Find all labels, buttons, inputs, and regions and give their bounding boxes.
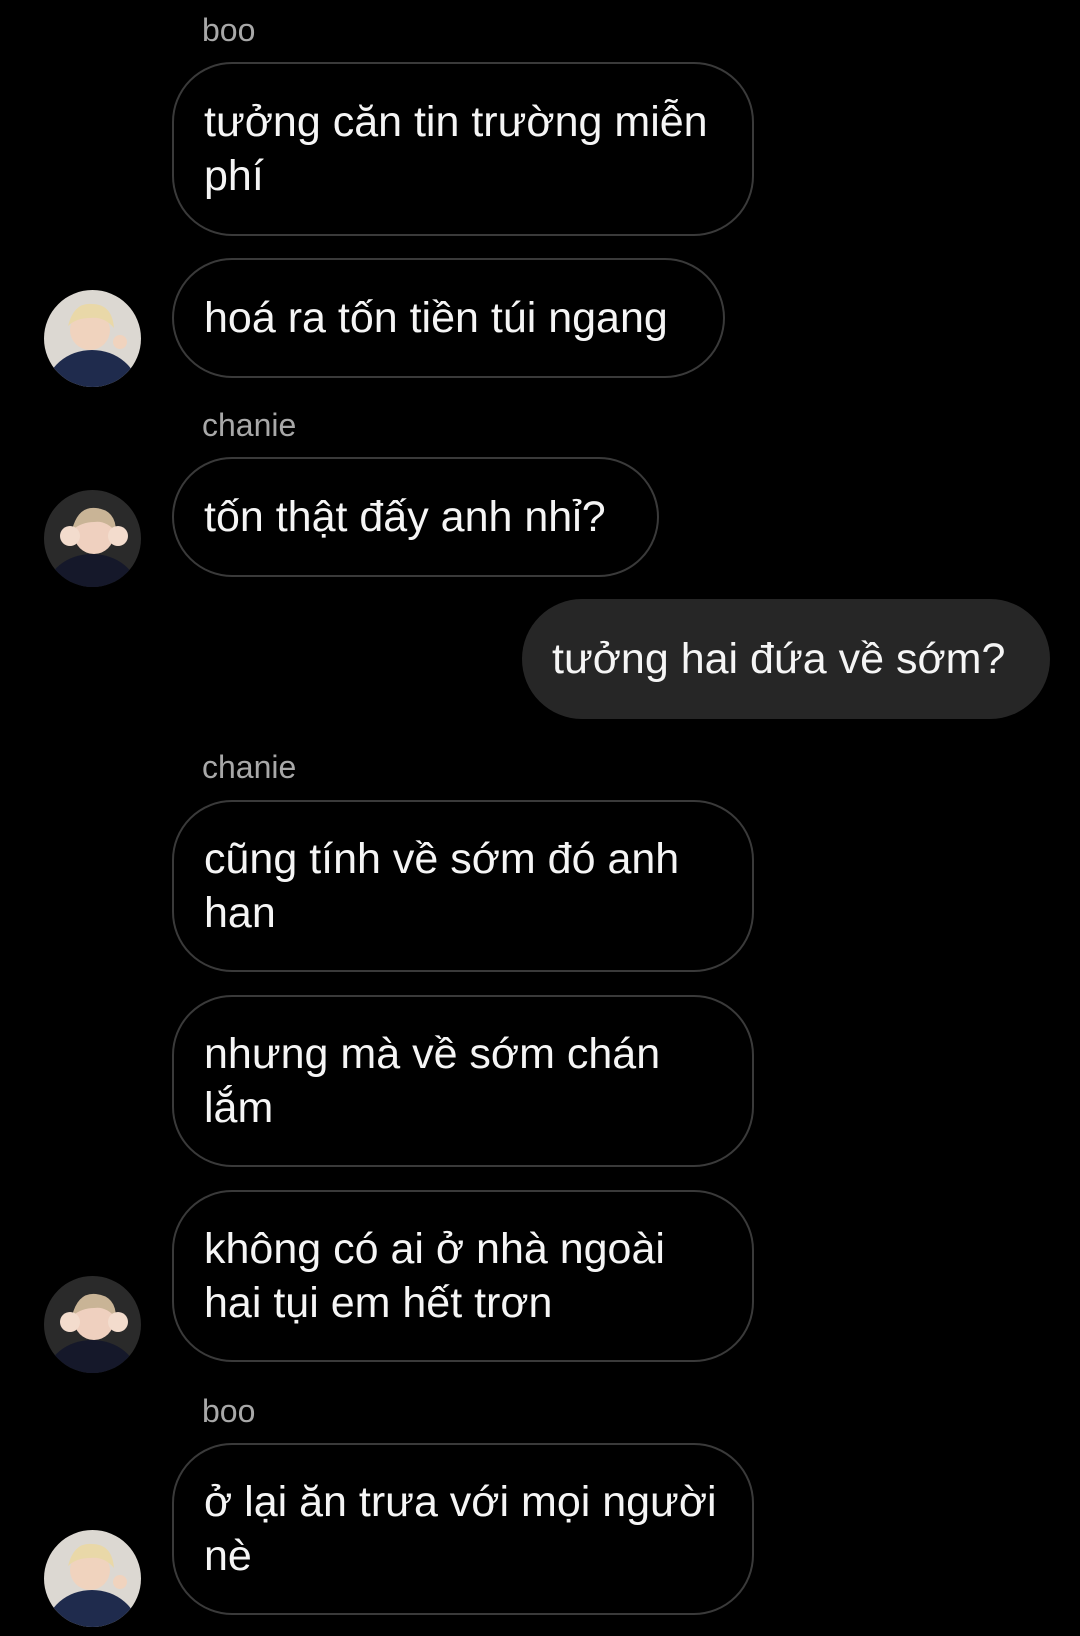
boo-avatar[interactable]: [44, 1530, 141, 1627]
message-bubble-outgoing[interactable]: tưởng hai đứa về sớm?: [522, 599, 1050, 719]
message-bubble[interactable]: không có ai ở nhà ngoài hai tụi em hết t…: [172, 1190, 754, 1362]
chanie-avatar[interactable]: [44, 490, 141, 587]
message-bubble[interactable]: ở lại ăn trưa với mọi người nè: [172, 1443, 754, 1615]
message-bubble[interactable]: hoá ra tốn tiền túi ngang: [172, 258, 725, 378]
sender-label-chanie: chanie: [202, 749, 297, 785]
chanie-avatar[interactable]: [44, 1276, 141, 1373]
message-bubble[interactable]: tốn thật đấy anh nhỉ?: [172, 457, 659, 577]
message-bubble[interactable]: tưởng căn tin trường miễn phí: [172, 62, 754, 236]
sender-label-boo: boo: [202, 12, 256, 48]
chat-thread: boo tưởng căn tin trường miễn phí hoá ra…: [0, 0, 1080, 1636]
message-bubble[interactable]: cũng tính về sớm đó anh han: [172, 800, 754, 972]
message-bubble[interactable]: nhưng mà về sớm chán lắm: [172, 995, 754, 1167]
boo-avatar[interactable]: [44, 290, 141, 387]
sender-label-boo: boo: [202, 1393, 256, 1429]
sender-label-chanie: chanie: [202, 407, 297, 443]
